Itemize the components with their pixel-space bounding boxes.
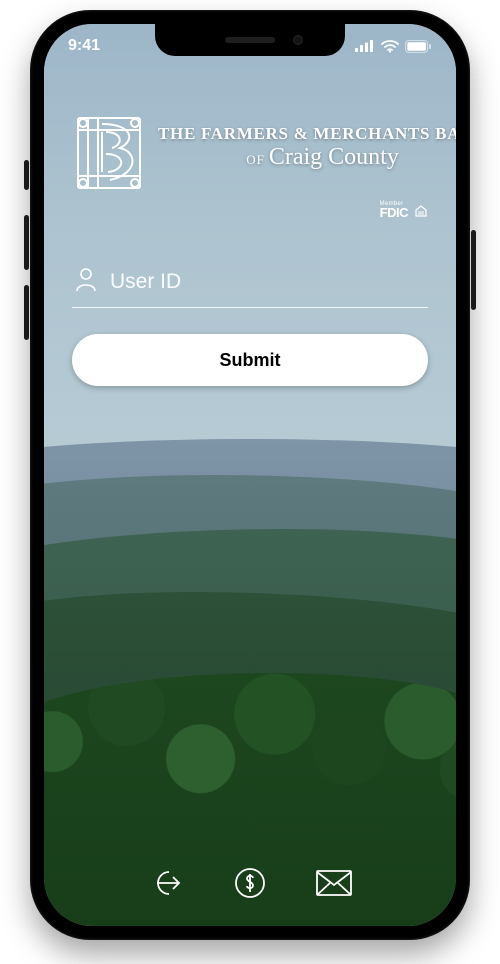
bank-name: THE FARMERS & MERCHANTS BANK xyxy=(158,124,456,144)
mute-switch xyxy=(24,160,29,190)
power-button xyxy=(471,230,476,310)
screen: 9:41 xyxy=(44,24,456,926)
bank-monogram-icon xyxy=(72,110,146,196)
bank-county: Craig County xyxy=(269,144,399,170)
fdic-badge: Member FDIC xyxy=(380,202,408,218)
notch xyxy=(155,24,345,56)
bank-subtitle: OF Craig County xyxy=(158,144,456,171)
person-icon xyxy=(74,266,98,297)
phone-frame: 9:41 xyxy=(30,10,470,940)
cellular-icon xyxy=(355,40,375,52)
nav-contact-button[interactable] xyxy=(314,864,354,904)
status-time: 9:41 xyxy=(68,37,100,55)
equal-housing-icon xyxy=(414,204,428,218)
login-arrow-icon xyxy=(149,866,183,903)
nav-login-button[interactable] xyxy=(146,864,186,904)
fdic-label: FDIC xyxy=(380,207,408,218)
battery-icon xyxy=(405,40,432,53)
submit-button[interactable]: Submit xyxy=(72,334,428,386)
bank-logo-block: THE FARMERS & MERCHANTS BANK OFCraig Cou… xyxy=(72,110,428,196)
mail-icon xyxy=(315,869,353,900)
dollar-circle-icon xyxy=(233,866,267,903)
bottom-nav xyxy=(44,864,456,904)
wifi-icon xyxy=(381,40,399,53)
nav-rates-button[interactable] xyxy=(230,864,270,904)
volume-up-button xyxy=(24,215,29,270)
volume-down-button xyxy=(24,285,29,340)
user-id-field-row xyxy=(72,260,428,308)
user-id-input[interactable] xyxy=(110,270,426,294)
bank-of-label: OF xyxy=(246,152,265,167)
